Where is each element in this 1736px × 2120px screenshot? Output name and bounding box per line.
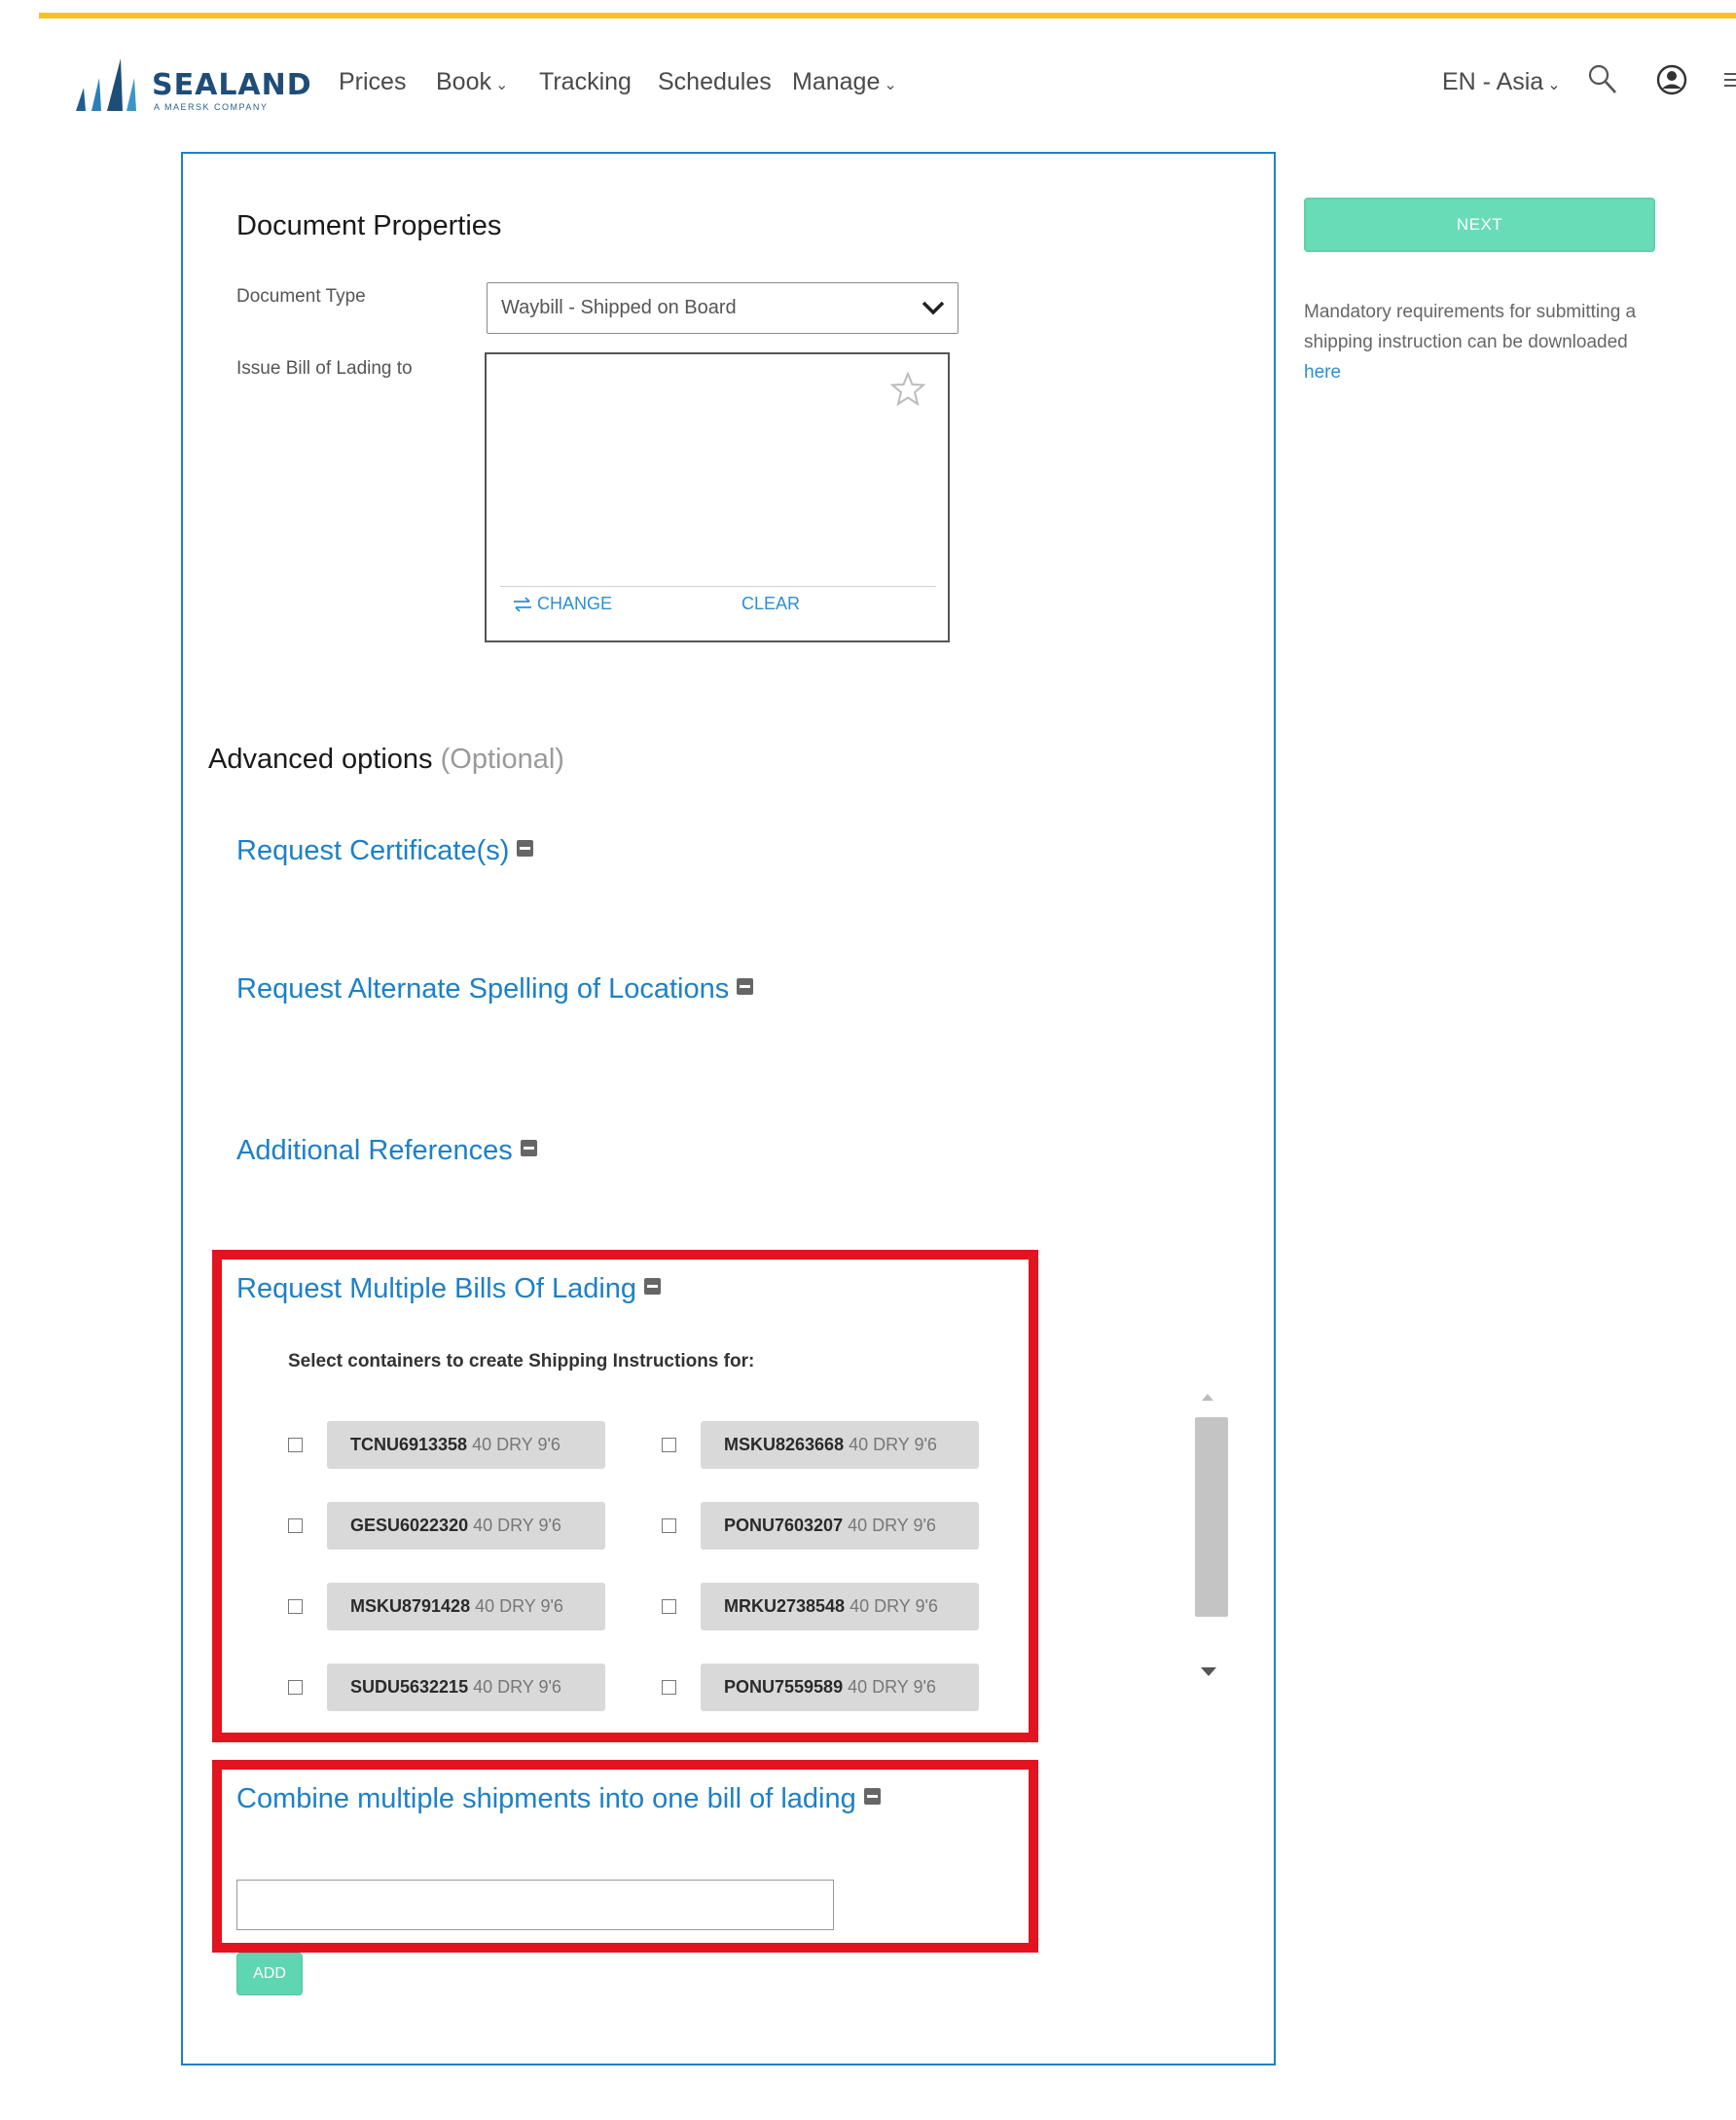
logo-mark-icon — [76, 58, 136, 111]
nav-label: Manage — [792, 68, 881, 95]
document-type-value: Waybill - Shipped on Board — [501, 297, 737, 318]
next-button[interactable]: NEXT — [1304, 198, 1655, 252]
change-party-button[interactable]: CHANGE — [512, 594, 612, 614]
clear-party-button[interactable]: CLEAR — [741, 594, 800, 614]
section-label: Combine multiple shipments into one bill… — [236, 1783, 856, 1814]
container-number: MSKU8791428 — [350, 1596, 471, 1616]
combine-shipment-input[interactable] — [236, 1880, 834, 1930]
swap-icon — [514, 597, 531, 612]
section-label: Request Certificate(s) — [236, 835, 510, 866]
chevron-down-icon: ⌄ — [884, 77, 897, 93]
add-button[interactable]: ADD — [236, 1953, 303, 1995]
container-number: MRKU2738548 — [724, 1596, 846, 1616]
download-here-link[interactable]: here — [1304, 362, 1341, 383]
nav-label: Prices — [339, 68, 407, 95]
language-label: EN - Asia — [1442, 68, 1544, 95]
logo-wordmark: SEALAND — [152, 68, 312, 102]
search-icon[interactable] — [1586, 62, 1619, 97]
container-chip: SUDU5632215 40 DRY 9'6 — [327, 1663, 605, 1711]
shipping-instruction-panel: Document Properties Document Type Waybil… — [181, 152, 1276, 2065]
combine-shipments-toggle[interactable]: Combine multiple shipments into one bill… — [236, 1783, 881, 1815]
nav-label: Schedules — [658, 68, 772, 95]
scroll-up-arrow-icon[interactable] — [1202, 1394, 1213, 1401]
issue-bill-party-box: CHANGE CLEAR — [485, 352, 950, 642]
language-selector[interactable]: EN - Asia ⌄ — [1442, 68, 1561, 96]
info-text: Mandatory requirements for submitting a … — [1304, 302, 1637, 352]
container-checkbox[interactable] — [288, 1680, 303, 1695]
user-icon[interactable] — [1654, 62, 1689, 97]
star-icon[interactable] — [889, 372, 926, 407]
container-number: PONU7603207 — [724, 1516, 844, 1535]
container-chip: PONU7559589 40 DRY 9'6 — [701, 1663, 979, 1711]
nav-prices[interactable]: Prices — [339, 68, 406, 96]
container-checkbox[interactable] — [288, 1438, 303, 1452]
container-size: 40 DRY 9'6 — [473, 1677, 561, 1697]
container-number: PONU7559589 — [724, 1677, 844, 1697]
container-size: 40 DRY 9'6 — [473, 1516, 561, 1535]
issue-bill-label: Issue Bill of Lading to — [236, 358, 413, 379]
nav-book[interactable]: Book ⌄ — [436, 68, 508, 96]
container-size: 40 DRY 9'6 — [850, 1596, 938, 1616]
divider — [500, 586, 936, 587]
section-label: Request Multiple Bills Of Lading — [236, 1273, 637, 1304]
chevron-down-icon: ⌄ — [494, 77, 509, 93]
collapse-icon — [737, 977, 754, 995]
container-checkbox[interactable] — [662, 1599, 676, 1614]
request-certificates-toggle[interactable]: Request Certificate(s) — [236, 835, 534, 867]
container-checkbox[interactable] — [662, 1438, 676, 1452]
select-containers-label: Select containers to create Shipping Ins… — [288, 1351, 755, 1371]
nav-schedules[interactable]: Schedules — [658, 68, 772, 96]
container-size: 40 DRY 9'6 — [472, 1435, 561, 1454]
container-chip: MSKU8791428 40 DRY 9'6 — [327, 1583, 605, 1630]
nav-tracking[interactable]: Tracking — [539, 68, 632, 96]
container-chip: MSKU8263668 40 DRY 9'6 — [701, 1421, 979, 1469]
container-checkbox[interactable] — [662, 1518, 676, 1533]
container-chip: MRKU2738548 40 DRY 9'6 — [701, 1583, 979, 1630]
optional-tag: (Optional) — [440, 744, 564, 775]
mandatory-requirements-note: Mandatory requirements for submitting a … — [1304, 297, 1654, 387]
scroll-down-arrow-icon[interactable] — [1201, 1667, 1216, 1676]
logo-subtitle: A MAERSK COMPANY — [154, 102, 269, 112]
additional-references-toggle[interactable]: Additional References — [236, 1135, 537, 1167]
collapse-icon — [517, 839, 534, 857]
collapse-icon — [644, 1277, 662, 1295]
section-label: Additional References — [236, 1135, 513, 1166]
multiple-bills-toggle[interactable]: Request Multiple Bills Of Lading — [236, 1273, 662, 1305]
advanced-title-text: Advanced options — [208, 744, 433, 775]
container-chip: GESU6022320 40 DRY 9'6 — [327, 1502, 605, 1550]
document-properties-title: Document Properties — [236, 210, 502, 241]
change-label: CHANGE — [537, 594, 613, 613]
container-checkbox[interactable] — [288, 1518, 303, 1533]
containers-scrollbar[interactable] — [1193, 1390, 1228, 1682]
container-chip: TCNU6913358 40 DRY 9'6 — [327, 1421, 605, 1469]
nav-label: Book — [436, 68, 491, 95]
container-size: 40 DRY 9'6 — [475, 1596, 563, 1616]
document-type-label: Document Type — [236, 286, 366, 307]
nav-manage[interactable]: Manage ⌄ — [792, 68, 897, 96]
container-checkbox[interactable] — [288, 1599, 303, 1614]
container-number: GESU6022320 — [350, 1516, 469, 1535]
container-size: 40 DRY 9'6 — [849, 1435, 937, 1454]
container-chip: PONU7603207 40 DRY 9'6 — [701, 1502, 979, 1550]
sealand-logo[interactable]: SEALAND A MAERSK COMPANY — [70, 49, 313, 117]
container-number: TCNU6913358 — [350, 1435, 468, 1454]
nav-label: Tracking — [539, 68, 632, 95]
section-label: Request Alternate Spelling of Locations — [236, 973, 730, 1005]
menu-icon[interactable] — [1722, 62, 1736, 97]
container-size: 40 DRY 9'6 — [848, 1677, 936, 1697]
chevron-down-icon: ⌄ — [1547, 77, 1561, 93]
site-header: SEALAND A MAERSK COMPANY Prices Book ⌄ Tr… — [0, 39, 1736, 127]
scroll-thumb[interactable] — [1195, 1417, 1228, 1617]
container-number: MSKU8263668 — [724, 1435, 845, 1454]
top-accent-line — [39, 13, 1736, 18]
container-checkbox[interactable] — [662, 1680, 676, 1695]
collapse-icon — [520, 1139, 537, 1156]
document-type-select[interactable]: Waybill - Shipped on Board — [487, 282, 958, 334]
container-size: 40 DRY 9'6 — [848, 1516, 936, 1535]
alternate-spelling-toggle[interactable]: Request Alternate Spelling of Locations — [236, 973, 754, 1005]
chevron-down-icon — [922, 301, 945, 315]
collapse-icon — [863, 1787, 881, 1805]
advanced-options-title: Advanced options (Optional) — [208, 744, 564, 776]
container-number: SUDU5632215 — [350, 1677, 469, 1697]
